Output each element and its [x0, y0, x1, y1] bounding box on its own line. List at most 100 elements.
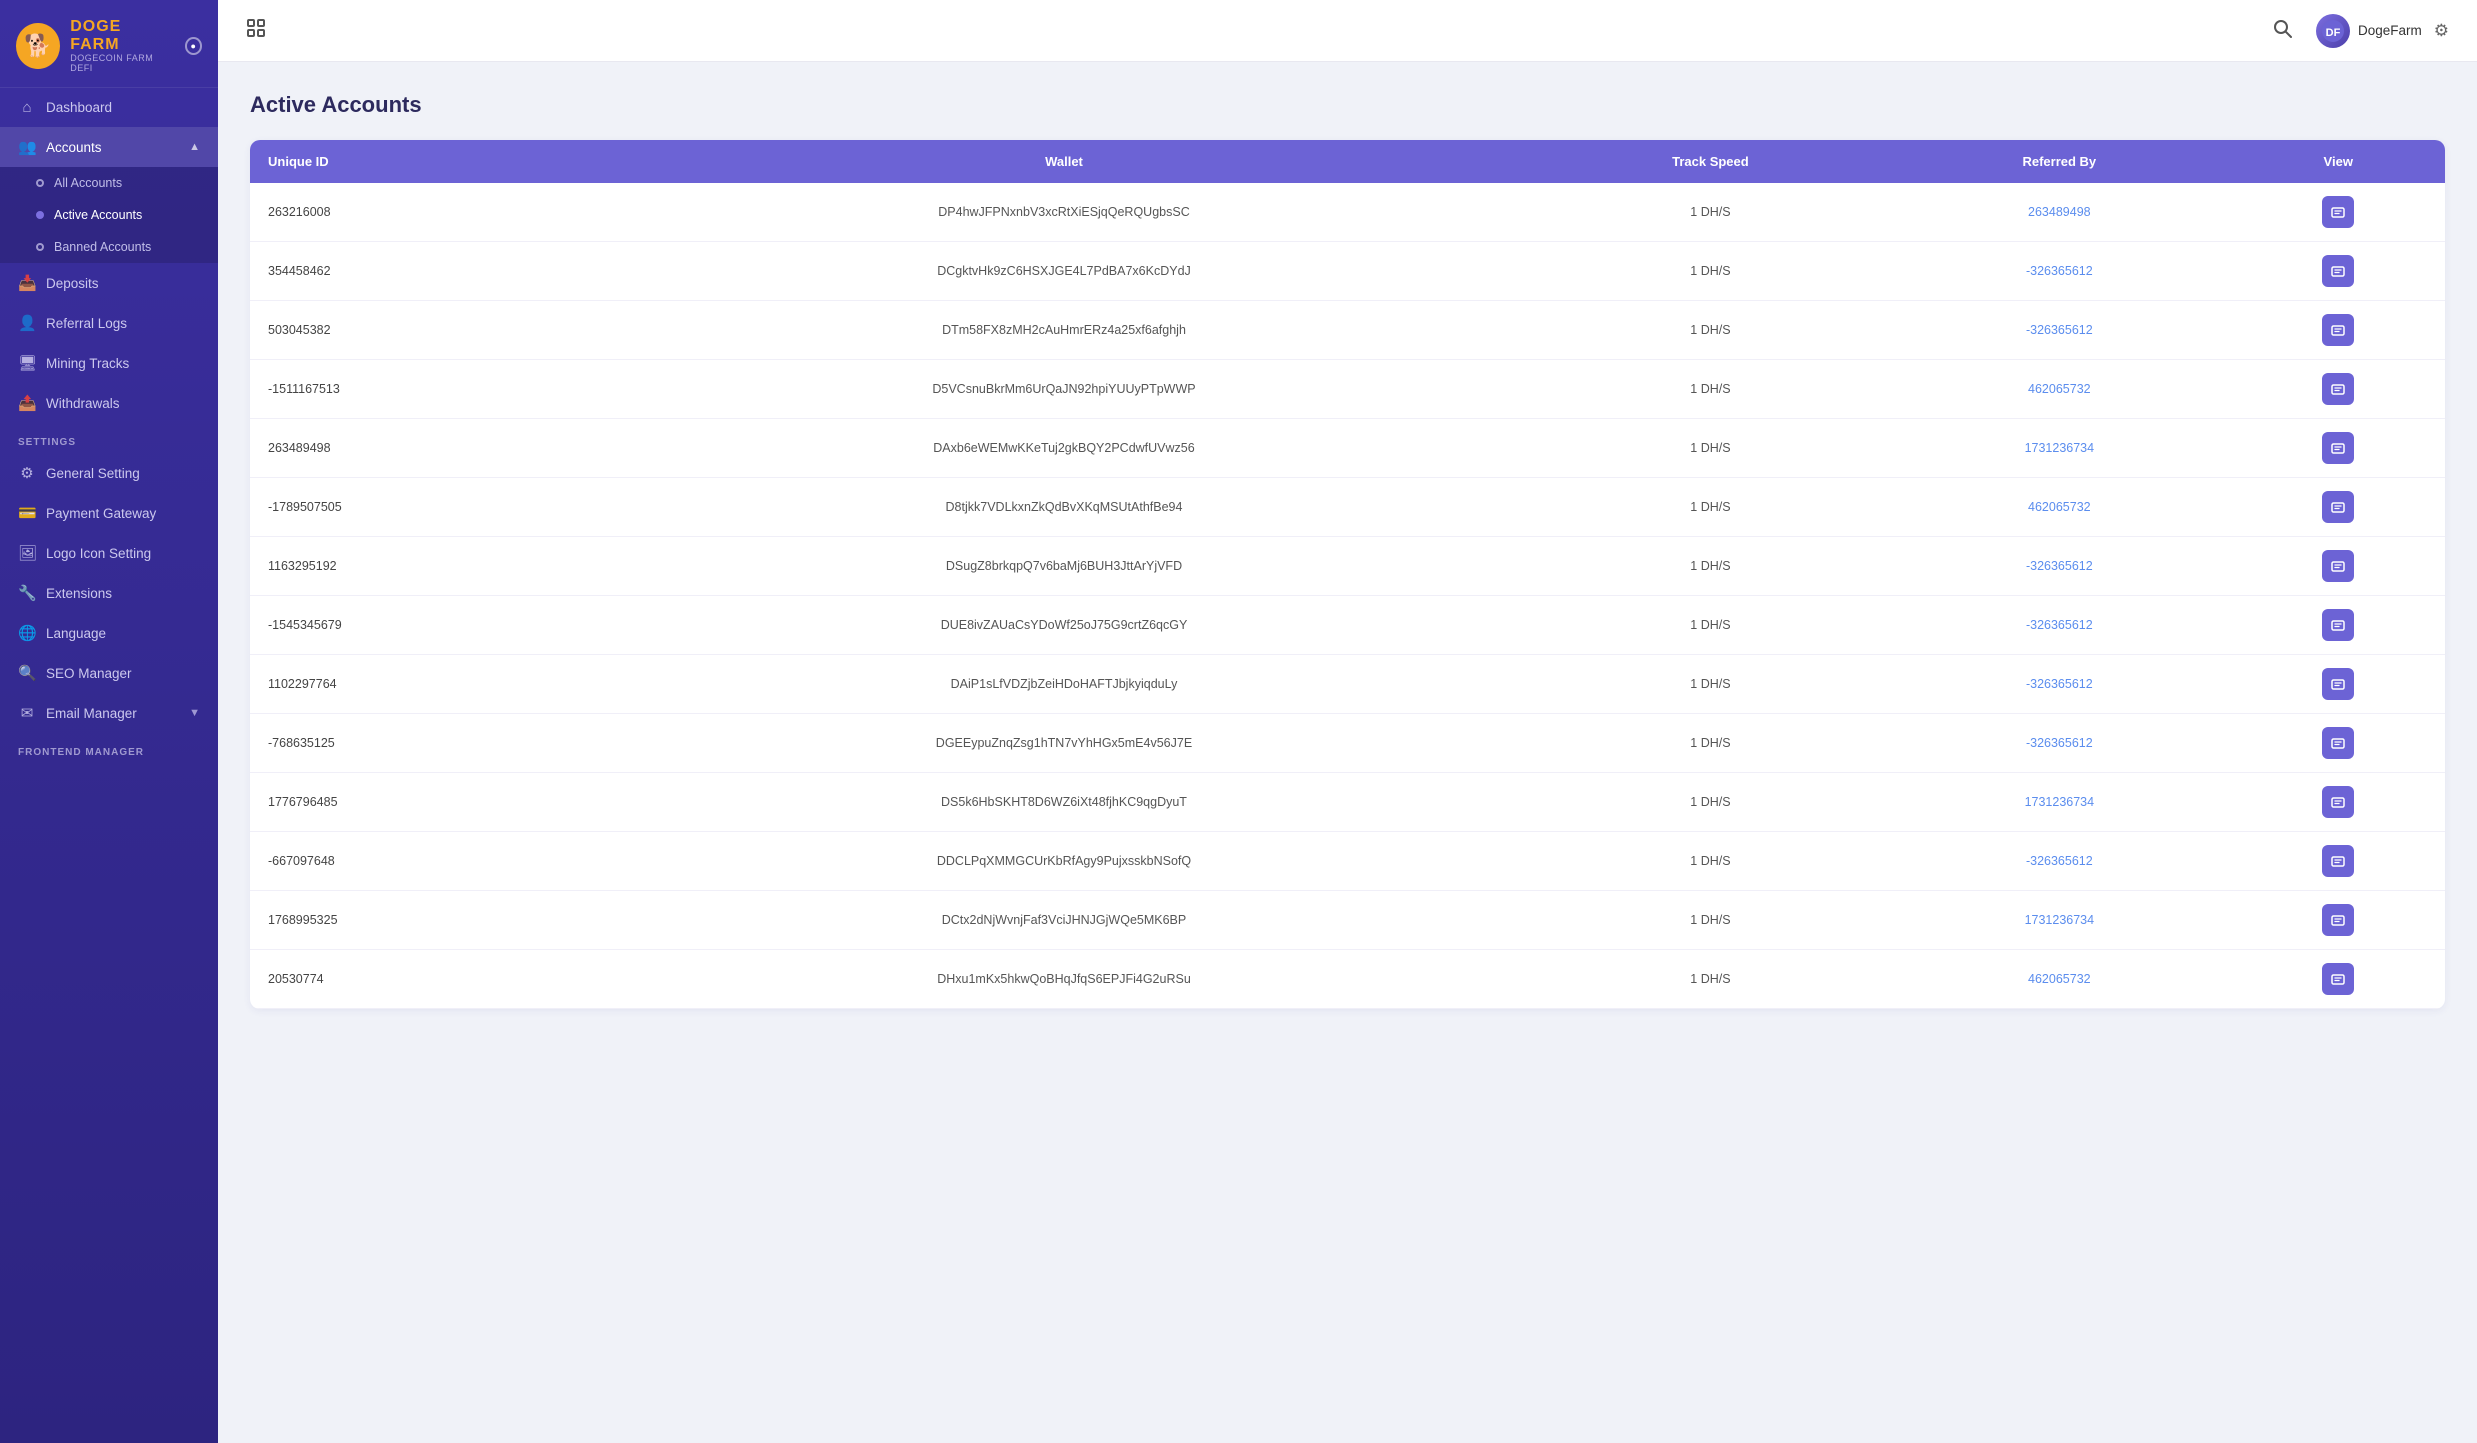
table-row: 263216008 DP4hwJFPNxnbV3xcRtXiESjqQeRQUg… — [250, 183, 2445, 242]
cell-track-speed: 1 DH/S — [1534, 950, 1887, 1009]
cell-view — [2232, 950, 2446, 1009]
table-row: 354458462 DCgktvHk9zC6HSXJGE4L7PdBA7x6Kc… — [250, 242, 2445, 301]
sidebar-item-general-setting[interactable]: ⚙ General Setting — [0, 453, 218, 493]
sidebar-item-active-accounts[interactable]: Active Accounts — [0, 199, 218, 231]
col-unique-id: Unique ID — [250, 140, 594, 183]
sidebar-item-email-manager[interactable]: ✉ Email Manager ▼ — [0, 693, 218, 733]
accounts-sub-nav: All Accounts Active Accounts Banned Acco… — [0, 167, 218, 263]
sidebar-label-withdrawals: Withdrawals — [46, 396, 120, 411]
cell-unique-id: 1776796485 — [250, 773, 594, 832]
cell-wallet: DCtx2dNjWvnjFaf3VciJHNJGjWQe5MK6BP — [594, 891, 1533, 950]
sidebar-item-dashboard[interactable]: ⌂ Dashboard — [0, 88, 218, 127]
view-button[interactable] — [2322, 904, 2354, 936]
sidebar-item-withdrawals[interactable]: 📤 Withdrawals — [0, 383, 218, 423]
cell-unique-id: 1102297764 — [250, 655, 594, 714]
content-area: Active Accounts Unique ID Wallet Track S… — [218, 62, 2477, 1443]
sidebar-label-referral-logs: Referral Logs — [46, 316, 127, 331]
view-button[interactable] — [2322, 609, 2354, 641]
withdrawals-icon: 📤 — [18, 394, 36, 412]
sidebar-item-language[interactable]: 🌐 Language — [0, 613, 218, 653]
view-button[interactable] — [2322, 550, 2354, 582]
table-row: 1776796485 DS5k6HbSKHT8D6WZ6iXt48fjhKC9q… — [250, 773, 2445, 832]
table-row: 1768995325 DCtx2dNjWvnjFaf3VciJHNJGjWQe5… — [250, 891, 2445, 950]
cell-referred-by: 462065732 — [1887, 360, 2231, 419]
view-button[interactable] — [2322, 845, 2354, 877]
cell-referred-by: -326365612 — [1887, 655, 2231, 714]
view-button[interactable] — [2322, 373, 2354, 405]
gear-icon: ⚙ — [18, 464, 36, 482]
cell-view — [2232, 596, 2446, 655]
cell-track-speed: 1 DH/S — [1534, 714, 1887, 773]
cell-track-speed: 1 DH/S — [1534, 655, 1887, 714]
cell-view — [2232, 478, 2446, 537]
home-icon: ⌂ — [18, 99, 36, 116]
table-row: 20530774 DHxu1mKx5hkwQoBHqJfqS6EPJFi4G2u… — [250, 950, 2445, 1009]
view-button[interactable] — [2322, 314, 2354, 346]
sidebar-item-banned-accounts[interactable]: Banned Accounts — [0, 231, 218, 263]
sidebar-label-dashboard: Dashboard — [46, 100, 112, 115]
topbar: DF DogeFarm ⚙ — [218, 0, 2477, 62]
search-icon[interactable] — [2272, 18, 2292, 44]
cell-unique-id: 263489498 — [250, 419, 594, 478]
settings-icon[interactable]: ⚙ — [2434, 21, 2449, 41]
cell-wallet: DDCLPqXMMGCUrKbRfAgy9PujxsskbNSofQ — [594, 832, 1533, 891]
sidebar-item-all-accounts[interactable]: All Accounts — [0, 167, 218, 199]
accounts-icon: 👥 — [18, 138, 36, 156]
view-button[interactable] — [2322, 432, 2354, 464]
cell-wallet: D5VCsnuBkrMm6UrQaJN92hpiYUUyPTpWWP — [594, 360, 1533, 419]
dot-active-icon — [36, 211, 44, 219]
sidebar-label-logo-icon-setting: Logo Icon Setting — [46, 546, 151, 561]
view-button[interactable] — [2322, 727, 2354, 759]
view-button[interactable] — [2322, 196, 2354, 228]
cell-unique-id: 503045382 — [250, 301, 594, 360]
sidebar-item-referral-logs[interactable]: 👤 Referral Logs — [0, 303, 218, 343]
sidebar: 🐕 DOGE FARM DOGECOIN FARM DEFI ● ⌂ Dashb… — [0, 0, 218, 1443]
sidebar-item-seo-manager[interactable]: 🔍 SEO Manager — [0, 653, 218, 693]
table-row: -1511167513 D5VCsnuBkrMm6UrQaJN92hpiYUUy… — [250, 360, 2445, 419]
image-icon: 🖼 — [18, 544, 36, 562]
table-row: -768635125 DGEEypuZnqZsg1hTN7vYhHGx5mE4v… — [250, 714, 2445, 773]
sidebar-item-logo-icon-setting[interactable]: 🖼 Logo Icon Setting — [0, 533, 218, 573]
cell-unique-id: -1789507505 — [250, 478, 594, 537]
cell-unique-id: -667097648 — [250, 832, 594, 891]
cell-track-speed: 1 DH/S — [1534, 832, 1887, 891]
view-button[interactable] — [2322, 963, 2354, 995]
sidebar-item-accounts[interactable]: 👥 Accounts ▲ — [0, 127, 218, 167]
cell-unique-id: 263216008 — [250, 183, 594, 242]
cell-view — [2232, 773, 2446, 832]
globe-icon: 🌐 — [18, 624, 36, 642]
sidebar-item-extensions[interactable]: 🔧 Extensions — [0, 573, 218, 613]
settings-section-label: SETTINGS — [0, 423, 218, 453]
chevron-up-icon: ▲ — [189, 141, 200, 153]
sidebar-item-payment-gateway[interactable]: 💳 Payment Gateway — [0, 493, 218, 533]
dot-banned-icon — [36, 243, 44, 251]
view-button[interactable] — [2322, 255, 2354, 287]
sidebar-item-mining-tracks[interactable]: 🖥 Mining Tracks — [0, 343, 218, 383]
sidebar-item-deposits[interactable]: 📥 Deposits — [0, 263, 218, 303]
cell-unique-id: -768635125 — [250, 714, 594, 773]
col-referred-by: Referred By — [1887, 140, 2231, 183]
user-name: DogeFarm — [2358, 23, 2422, 38]
cell-referred-by: -326365612 — [1887, 301, 2231, 360]
table-row: 503045382 DTm58FX8zMH2cAuHmrERz4a25xf6af… — [250, 301, 2445, 360]
cell-view — [2232, 242, 2446, 301]
frontend-section-label: FRONTEND MANAGER — [0, 733, 218, 763]
cell-wallet: DGEEypuZnqZsg1hTN7vYhHGx5mE4v56J7E — [594, 714, 1533, 773]
cell-view — [2232, 183, 2446, 242]
sidebar-logo: 🐕 DOGE FARM DOGECOIN FARM DEFI ● — [0, 0, 218, 88]
expand-icon[interactable] — [246, 18, 266, 43]
table-row: 1163295192 DSugZ8brkqpQ7v6baMj6BUH3JttAr… — [250, 537, 2445, 596]
chevron-down-icon: ▼ — [189, 707, 200, 719]
sidebar-label-extensions: Extensions — [46, 586, 112, 601]
sidebar-label-seo-manager: SEO Manager — [46, 666, 132, 681]
referral-icon: 👤 — [18, 314, 36, 332]
view-button[interactable] — [2322, 786, 2354, 818]
cell-unique-id: 1163295192 — [250, 537, 594, 596]
table-header-row: Unique ID Wallet Track Speed Referred By… — [250, 140, 2445, 183]
view-button[interactable] — [2322, 668, 2354, 700]
cell-view — [2232, 301, 2446, 360]
view-button[interactable] — [2322, 491, 2354, 523]
cell-unique-id: -1511167513 — [250, 360, 594, 419]
sidebar-label-payment-gateway: Payment Gateway — [46, 506, 156, 521]
sidebar-label-email-manager: Email Manager — [46, 706, 137, 721]
